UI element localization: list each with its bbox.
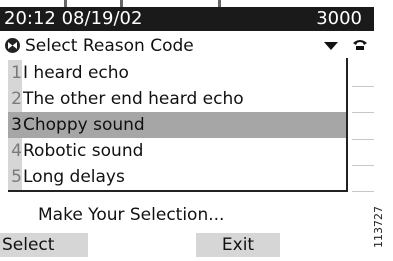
date-time: 20:12 08/19/02 [4, 8, 143, 29]
line-separator [352, 191, 374, 192]
line-separator [352, 86, 374, 87]
menu-item-label: Long delays [23, 167, 125, 187]
selection-prompt: Make Your Selection... [38, 205, 225, 225]
reason-code-menu: 1 I heard echo 2 The other end heard ech… [8, 58, 348, 192]
status-bar: 20:12 08/19/02 3000 [0, 7, 374, 31]
menu-item-selected[interactable]: 3 Choppy sound [8, 112, 346, 138]
top-stub [120, 0, 123, 7]
exit-softkey[interactable]: Exit [196, 233, 280, 257]
menu-item-label: Choppy sound [23, 115, 145, 135]
menu-item-number: 4 [8, 138, 22, 164]
menu-header: Select Reason Code [0, 34, 374, 58]
menu-item-number: 5 [8, 164, 22, 190]
line-separator [352, 165, 374, 166]
menu-item[interactable]: 1 I heard echo [8, 60, 346, 86]
menu-title: Select Reason Code [25, 36, 194, 56]
line-separator [352, 139, 374, 140]
menu-item[interactable]: 5 Long delays [8, 164, 346, 190]
menu-item-number: 3 [8, 112, 22, 138]
reason-code-icon [5, 38, 20, 53]
menu-item[interactable]: 2 The other end heard echo [8, 86, 346, 112]
dropdown-arrow-icon [324, 42, 338, 50]
menu-item-label: The other end heard echo [23, 89, 244, 109]
extension-number: 3000 [316, 8, 362, 29]
top-stub [218, 0, 221, 7]
phone-handset-icon [353, 40, 367, 50]
line-separator [352, 112, 374, 113]
menu-item-number: 2 [8, 86, 22, 112]
figure-id: 113727 [372, 206, 385, 248]
menu-item-number: 1 [8, 60, 22, 86]
menu-item-label: I heard echo [23, 63, 129, 83]
menu-item-label: Robotic sound [23, 141, 144, 161]
select-softkey[interactable]: Select [0, 233, 88, 257]
menu-item[interactable]: 4 Robotic sound [8, 138, 346, 164]
top-stub [64, 0, 67, 7]
